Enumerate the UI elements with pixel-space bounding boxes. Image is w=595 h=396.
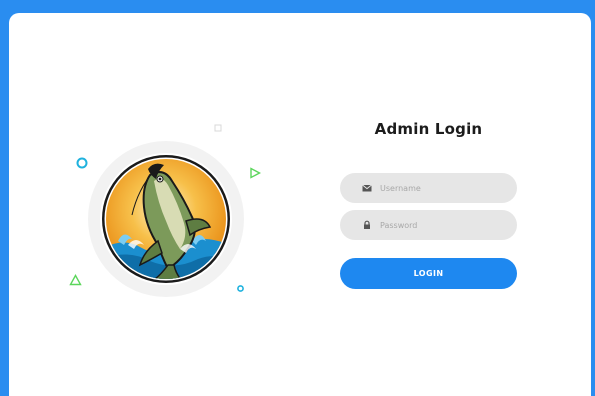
deco-triangle-green-up [69, 274, 82, 286]
envelope-icon [362, 184, 372, 192]
username-field[interactable] [340, 173, 517, 203]
deco-circle-cyan [76, 157, 88, 169]
logo-ring [88, 141, 244, 297]
lock-icon [364, 220, 370, 229]
username-input[interactable] [380, 173, 505, 203]
deco-triangle-green-right [250, 167, 261, 179]
deco-square-gray [214, 124, 222, 132]
page-title: Admin Login [374, 120, 483, 138]
jumping-fish-logo-icon [100, 153, 232, 285]
password-input[interactable] [380, 210, 505, 240]
login-button[interactable]: LOGIN [340, 258, 517, 289]
password-field[interactable] [340, 210, 517, 240]
